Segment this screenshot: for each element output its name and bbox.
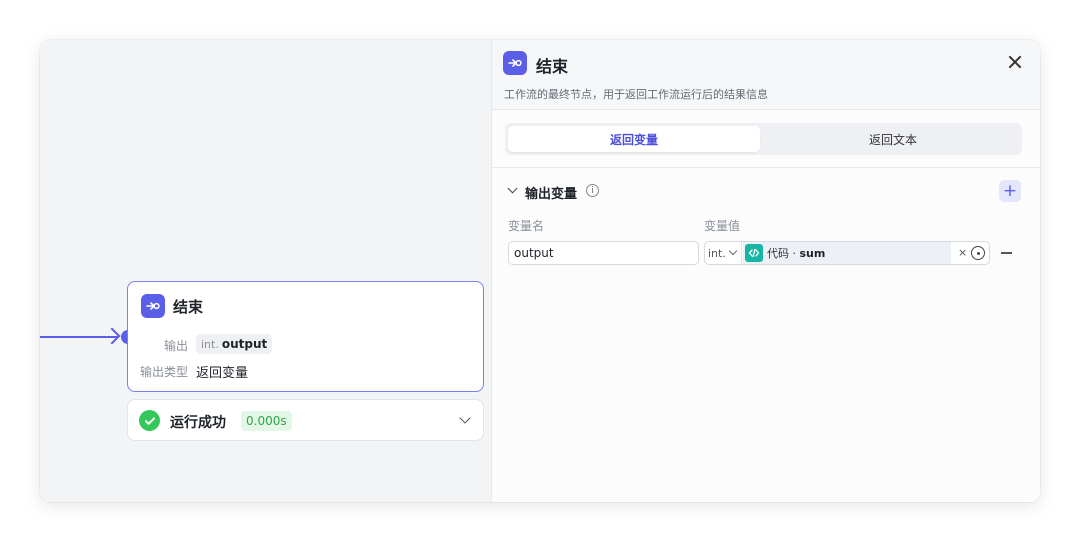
reference-separator: · — [789, 247, 800, 260]
add-variable-button[interactable]: + — [999, 180, 1021, 202]
column-header-name: 变量名 — [508, 219, 545, 233]
reference-variable: sum — [799, 247, 826, 260]
plus-icon: + — [1002, 181, 1018, 201]
clear-icon[interactable]: × — [958, 246, 967, 259]
variable-reference-chip[interactable]: 代码 · sum — [743, 242, 951, 264]
check-icon — [139, 410, 160, 431]
return-mode-tabs: 返回变量 返回文本 — [505, 123, 1022, 155]
node-output-type: int. — [201, 337, 219, 351]
tab-return-text[interactable]: 返回文本 — [767, 126, 1019, 152]
reference-label: 代码 · sum — [767, 245, 825, 261]
node-output-chip: int. output — [196, 334, 273, 354]
node-output-name: output — [221, 337, 268, 351]
end-node-icon — [141, 294, 165, 318]
chevron-down-icon[interactable] — [459, 412, 471, 424]
node-output-kind-label: 输出类型 — [140, 365, 189, 379]
node-title: 结束 — [173, 298, 204, 316]
run-status-text: 运行成功 — [170, 415, 226, 431]
variable-value-field[interactable]: int. 代码 · sum × — [704, 241, 990, 265]
code-icon — [745, 244, 763, 262]
workflow-window: 结束 输出 int. output 输出类型 返回变量 运行成功 0.000s … — [40, 40, 1040, 502]
type-select-value: int. — [708, 246, 726, 260]
reference-source: 代码 — [767, 247, 789, 260]
edge-arrowhead-icon — [103, 327, 121, 345]
minus-icon[interactable] — [1001, 252, 1012, 254]
tab-return-variable[interactable]: 返回变量 — [508, 126, 760, 152]
target-icon[interactable] — [971, 246, 985, 260]
info-icon[interactable]: i — [586, 184, 599, 197]
workflow-canvas[interactable]: 结束 输出 int. output 输出类型 返回变量 运行成功 0.000s — [40, 40, 491, 502]
panel-title: 结束 — [536, 57, 569, 76]
node-output-label: 输出 — [164, 339, 189, 353]
run-status-bar[interactable]: 运行成功 0.000s — [127, 399, 484, 441]
node-config-panel: 结束 工作流的最终节点，用于返回工作流运行后的结果信息 返回变量 返回文本 输出… — [491, 40, 1040, 502]
column-header-value: 变量值 — [704, 219, 741, 233]
panel-header: 结束 工作流的最终节点，用于返回工作流运行后的结果信息 — [492, 40, 1040, 110]
end-node-icon — [503, 51, 527, 75]
variable-name-input[interactable] — [508, 241, 699, 265]
end-node-card[interactable]: 结束 输出 int. output 输出类型 返回变量 — [127, 281, 484, 392]
close-icon[interactable] — [1007, 54, 1023, 70]
run-status-time: 0.000s — [241, 411, 292, 431]
type-select[interactable]: int. — [705, 242, 742, 264]
chevron-down-icon — [728, 246, 738, 256]
panel-description: 工作流的最终节点，用于返回工作流运行后的结果信息 — [504, 88, 768, 101]
section-title: 输出变量 — [525, 187, 578, 202]
node-output-kind-value: 返回变量 — [196, 366, 249, 381]
chevron-down-icon[interactable] — [507, 183, 518, 194]
divider — [492, 167, 1040, 168]
